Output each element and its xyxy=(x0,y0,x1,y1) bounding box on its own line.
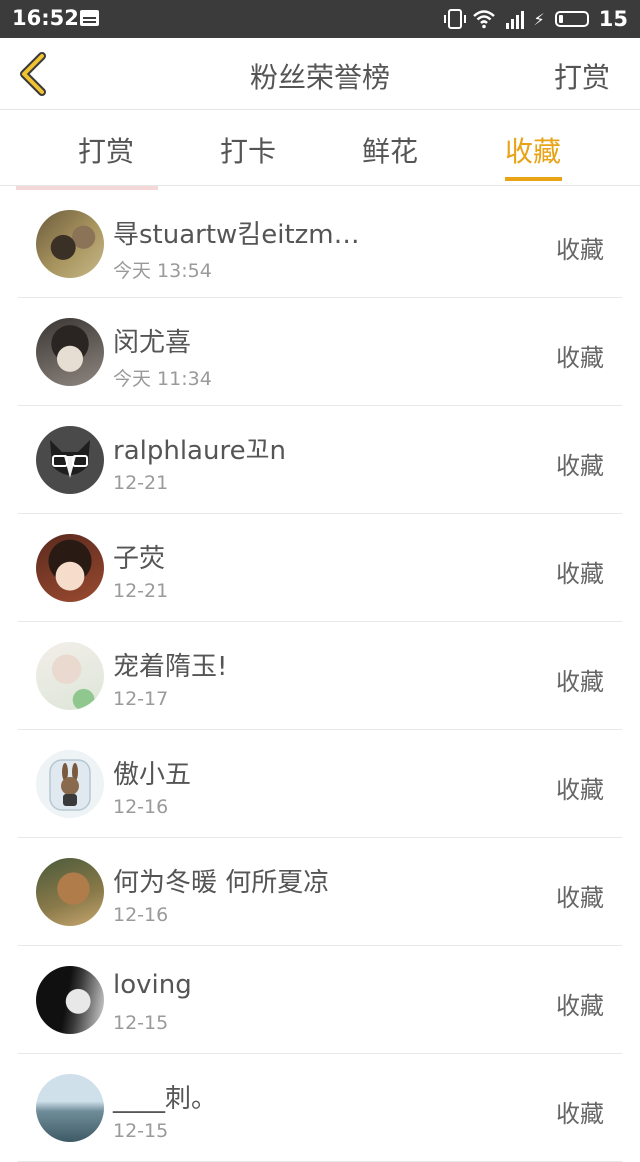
fan-action: 收藏 xyxy=(556,560,604,588)
fan-date: 12-21 xyxy=(113,472,169,494)
list-item[interactable]: 子荧 12-21 收藏 xyxy=(18,514,622,622)
avatar xyxy=(36,750,104,818)
fan-date: 今天 13:54 xyxy=(113,260,212,282)
avatar xyxy=(36,858,104,926)
status-icons: ⚡ 15 xyxy=(443,5,628,33)
tab-flowers[interactable]: 鲜花 xyxy=(330,130,450,170)
fan-name: 㝵stuartw킴eitzm… xyxy=(113,220,360,250)
fan-name: 何为冬暖 何所夏凉 xyxy=(113,868,330,898)
fan-name: 闵尤喜 xyxy=(113,328,192,358)
fan-action: 收藏 xyxy=(556,452,604,480)
fan-action: 收藏 xyxy=(556,236,604,264)
fan-date: 12-21 xyxy=(113,580,169,602)
fan-name: 宠着隋玉! xyxy=(113,652,228,682)
fan-date: 12-17 xyxy=(113,688,169,710)
list-item[interactable]: 傲小五 12-16 收藏 xyxy=(18,730,622,838)
app-header: 粉丝荣誉榜 打赏 xyxy=(0,38,640,110)
avatar xyxy=(36,426,104,494)
list-item[interactable]: 何为冬暖 何所夏凉 12-16 收藏 xyxy=(18,838,622,946)
tab-reward[interactable]: 打赏 xyxy=(46,130,166,170)
fan-name: loving xyxy=(113,970,192,1000)
list-item[interactable]: ____刺。 12-15 收藏 xyxy=(18,1054,622,1162)
fan-date: 12-16 xyxy=(113,904,169,926)
battery-icon xyxy=(554,11,589,27)
list-item[interactable]: 㝵stuartw킴eitzm… 今天 13:54 收藏 xyxy=(18,190,622,298)
status-bar: 16:52 ⚡ 15 xyxy=(0,0,640,38)
tab-bar: 打赏 打卡 鲜花 收藏 xyxy=(0,110,640,186)
fan-action: 收藏 xyxy=(556,344,604,372)
avatar xyxy=(36,318,104,386)
fan-name: ____刺。 xyxy=(113,1084,218,1114)
avatar xyxy=(36,1074,104,1142)
avatar xyxy=(36,966,104,1034)
status-time: 16:52 xyxy=(12,6,79,30)
news-notification-icon xyxy=(80,10,99,26)
fan-list: 㝵stuartw킴eitzm… 今天 13:54 收藏 闵尤喜 今天 11:34… xyxy=(18,190,622,1162)
fan-action: 收藏 xyxy=(556,884,604,912)
battery-level: 15 xyxy=(598,7,628,31)
list-item[interactable]: 闵尤喜 今天 11:34 收藏 xyxy=(18,298,622,406)
list-item[interactable]: 宠着隋玉! 12-17 收藏 xyxy=(18,622,622,730)
fan-action: 收藏 xyxy=(556,668,604,696)
vibrate-icon xyxy=(443,9,466,29)
list-item[interactable]: ralphlaure꼬n 12-21 收藏 xyxy=(18,406,622,514)
fan-name: 子荧 xyxy=(113,544,166,574)
fan-date: 12-15 xyxy=(113,1120,169,1142)
page-title: 粉丝荣誉榜 xyxy=(249,61,390,94)
avatar xyxy=(36,210,104,278)
charging-icon: ⚡ xyxy=(533,9,545,29)
fan-date: 12-16 xyxy=(113,796,169,818)
fan-date: 12-15 xyxy=(113,1012,169,1034)
fan-action: 收藏 xyxy=(556,992,604,1020)
reward-button[interactable]: 打赏 xyxy=(554,56,610,96)
fan-date: 今天 11:34 xyxy=(113,368,212,390)
wifi-icon xyxy=(472,10,495,29)
signal-icon xyxy=(505,9,524,29)
fan-name: ralphlaure꼬n xyxy=(113,436,286,466)
fan-name: 傲小五 xyxy=(113,760,192,790)
avatar xyxy=(36,534,104,602)
list-item[interactable]: loving 12-15 收藏 xyxy=(18,946,622,1054)
tab-favorites[interactable]: 收藏 xyxy=(473,130,593,170)
fan-action: 收藏 xyxy=(556,776,604,804)
fan-action: 收藏 xyxy=(556,1100,604,1128)
avatar xyxy=(36,642,104,710)
tab-checkin[interactable]: 打卡 xyxy=(188,130,308,170)
active-tab-indicator xyxy=(505,177,562,181)
